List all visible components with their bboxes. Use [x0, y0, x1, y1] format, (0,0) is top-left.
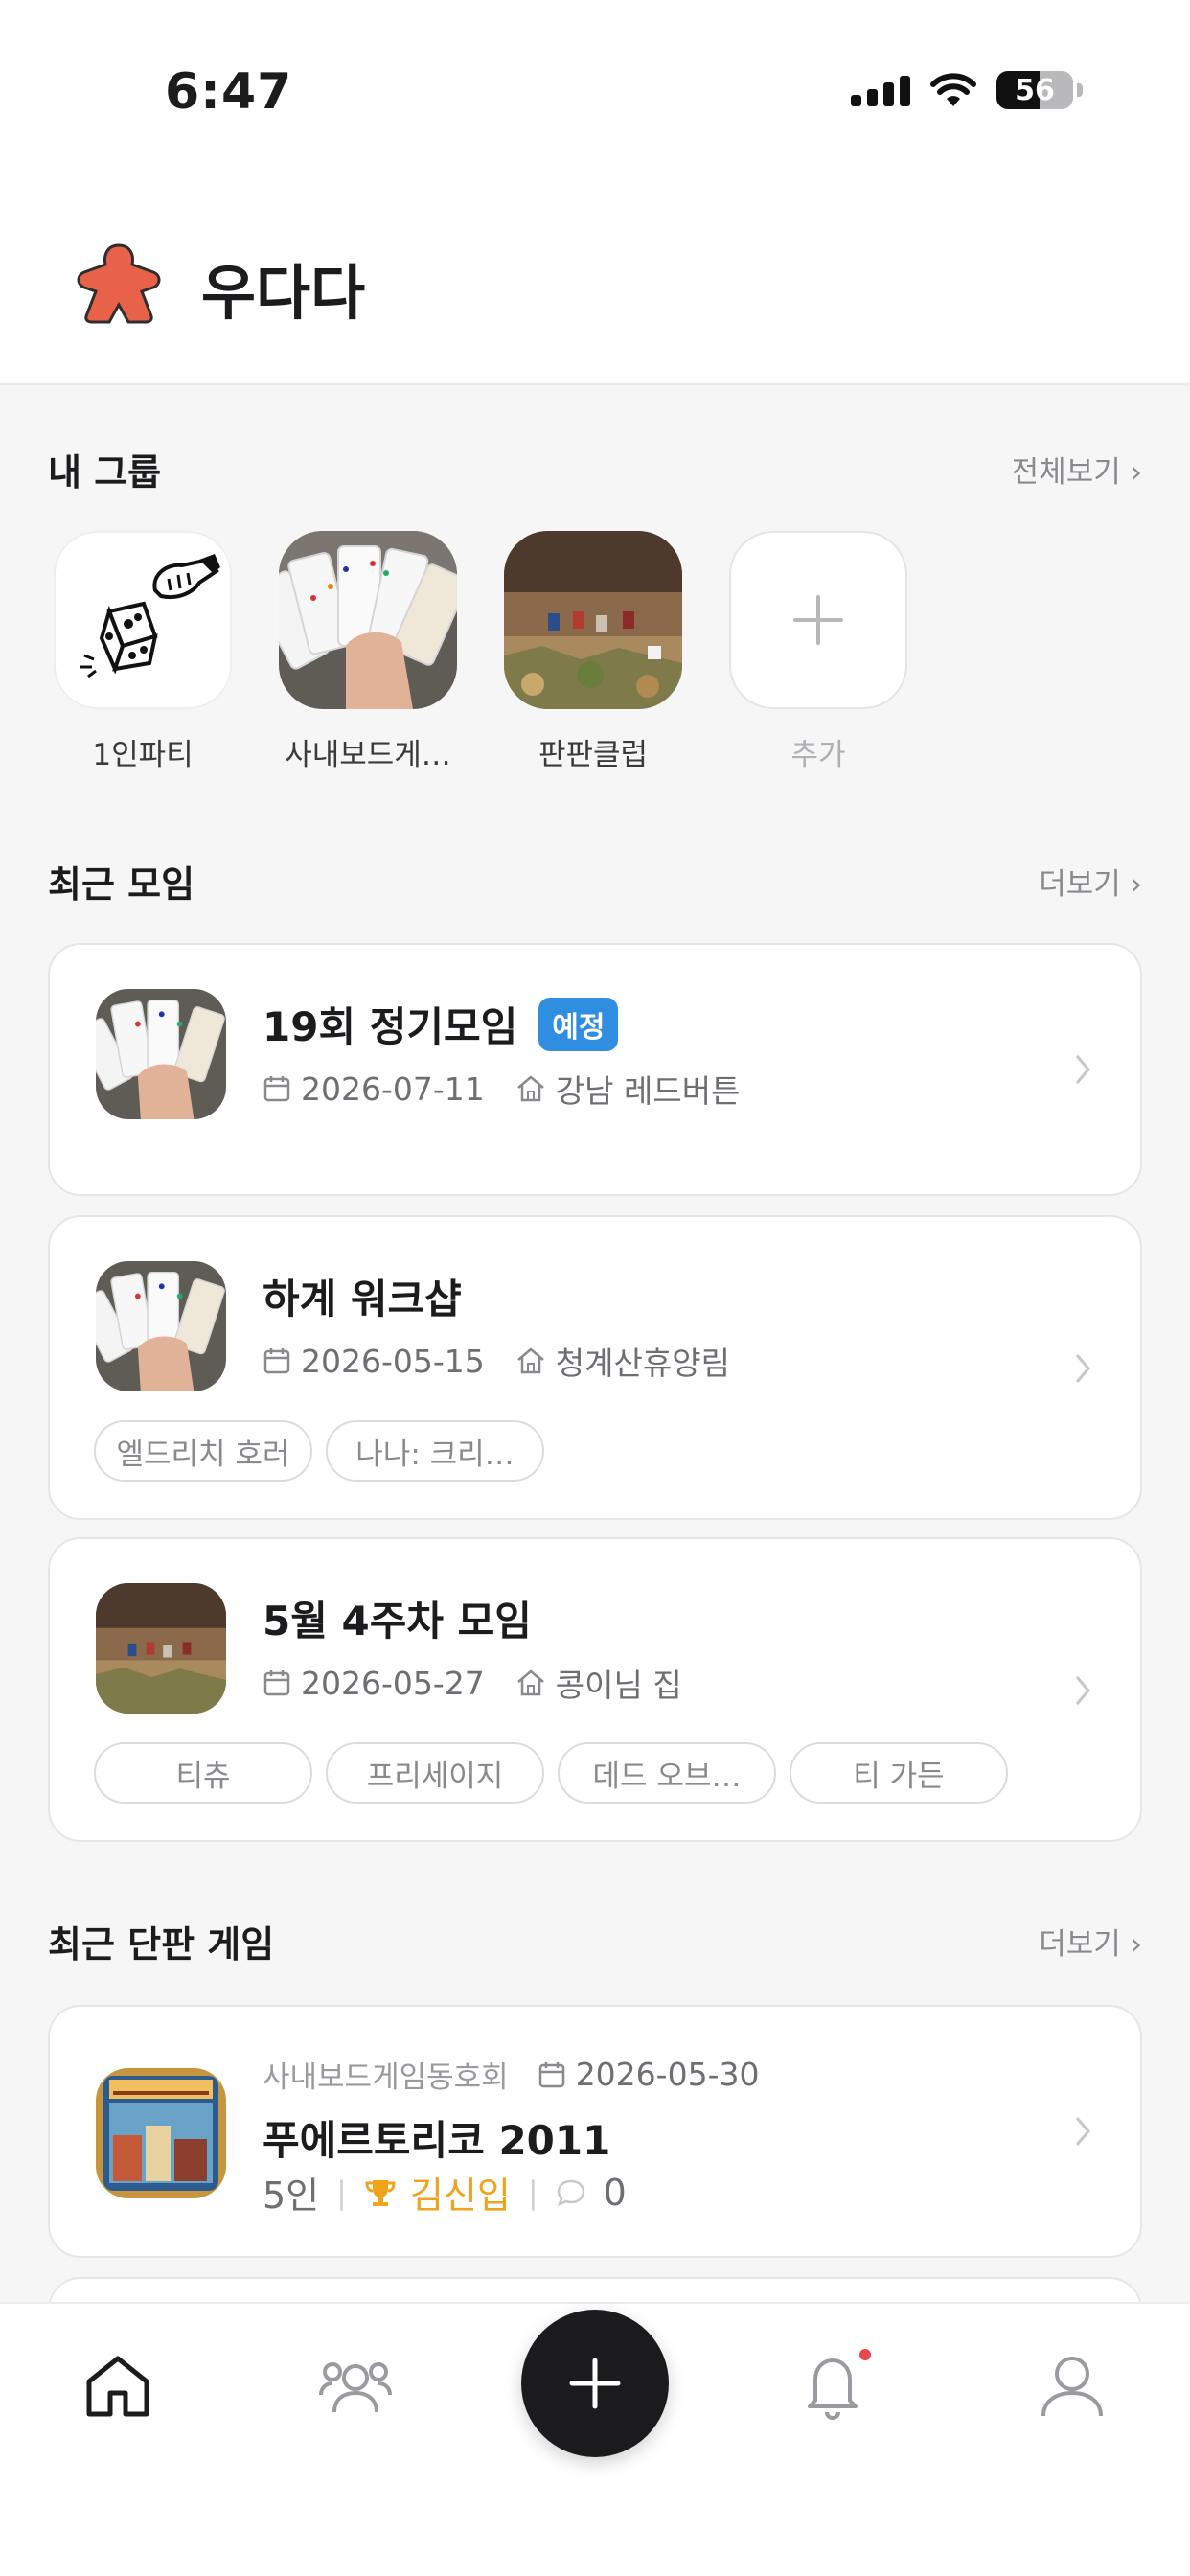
calendar-icon: [263, 1348, 290, 1374]
game-tag: 프리세이지: [326, 1742, 544, 1804]
meeting-thumbnail: [96, 1583, 226, 1714]
profile-icon: [1041, 2357, 1103, 2417]
meeting-thumbnail: [96, 1261, 226, 1392]
game-tag: 티츄: [94, 1742, 312, 1804]
tab-groups[interactable]: [312, 2342, 399, 2428]
meeting-card[interactable]: 하계 워크샵 2026-05-15 청계산휴양림 엘드리치 호러 나나: 크리…: [48, 1215, 1142, 1520]
plus-icon: [569, 2358, 621, 2409]
calendar-icon: [263, 1076, 290, 1102]
winner-name: 김신입: [409, 2174, 511, 2217]
chevron-right-icon: [1075, 1055, 1090, 1084]
game-title: 푸에르토리코 2011: [263, 2117, 611, 2164]
status-indicators: 56: [851, 71, 1083, 109]
more-games-link[interactable]: 더보기 ›: [1039, 1920, 1142, 1963]
group-item[interactable]: 판판클럽: [504, 531, 682, 773]
player-count: 5인: [263, 2174, 320, 2217]
meeting-meta: 2026-05-15 청계산휴양림: [263, 1338, 730, 1384]
meeting-meta: 2026-05-27 콩이님 집: [263, 1660, 682, 1706]
section-title-meetings: 최근 모임: [48, 863, 195, 906]
game-date: 2026-05-30: [575, 2056, 760, 2093]
meeting-place: 청계산휴양림: [555, 1345, 730, 1382]
group-list: 1인파티 사내보드게… 판판클럽 추가: [54, 531, 907, 773]
tab-profile[interactable]: [1029, 2342, 1115, 2428]
group-avatar: [504, 531, 682, 709]
groups-section-header: 내 그룹 전체보기 ›: [48, 443, 1142, 495]
game-group-name: 사내보드게임동호회: [263, 2060, 509, 2095]
game-tag: 엘드리치 호러: [94, 1420, 312, 1482]
house-icon: [516, 1669, 544, 1696]
meeting-title: 5월 4주차 모임: [263, 1598, 532, 1644]
meetings-section-header: 최근 모임 더보기 ›: [48, 855, 1142, 908]
game-card[interactable]: 사내보드게임동호회 2026-05-30 푸에르토리코 2011 5인 | 김신…: [48, 2005, 1142, 2258]
house-icon: [516, 1347, 544, 1374]
chevron-right-icon: [1075, 2117, 1090, 2146]
tab-home[interactable]: [75, 2342, 161, 2428]
meeting-date: 2026-05-27: [301, 1664, 485, 1702]
wifi-icon: [930, 73, 976, 106]
meeting-date: 2026-07-11: [301, 1070, 485, 1108]
meeting-card[interactable]: 5월 4주차 모임 2026-05-27 콩이님 집 티츄 프리세이지 데드 오…: [48, 1537, 1142, 1842]
section-title-games: 최근 단판 게임: [48, 1923, 275, 1966]
add-group-label: 추가: [790, 738, 846, 772]
games-section-header: 최근 단판 게임 더보기 ›: [48, 1915, 1142, 1967]
status-badge: 예정: [538, 997, 619, 1051]
group-name: 판판클럽: [538, 738, 649, 772]
more-meetings-link[interactable]: 더보기 ›: [1039, 860, 1142, 903]
game-thumbnail: [96, 2068, 226, 2198]
chevron-right-icon: [1075, 1354, 1090, 1383]
group-name: 1인파티: [92, 738, 194, 772]
comment-icon: [557, 2179, 584, 2206]
meeting-meta: 2026-07-11 강남 레드버튼: [263, 1066, 740, 1112]
section-title-groups: 내 그룹: [48, 451, 162, 494]
app-title: 우다다: [201, 258, 366, 328]
dice-illustration-icon: [56, 533, 230, 707]
meeting-title: 하계 워크샵: [263, 1276, 462, 1322]
cellular-signal-icon: [851, 74, 910, 106]
notification-dot: [859, 2349, 871, 2360]
battery-level: 56: [1015, 73, 1055, 107]
plus-icon: [793, 595, 843, 645]
group-avatar: [54, 531, 232, 709]
game-tag-list: 엘드리치 호러 나나: 크리…: [94, 1420, 544, 1482]
cards-photo-icon: [279, 531, 457, 709]
meeple-logo-icon: [77, 243, 161, 324]
game-tag: 데드 오브…: [558, 1742, 776, 1804]
group-item[interactable]: 1인파티: [54, 531, 232, 773]
meeting-date: 2026-05-15: [301, 1342, 485, 1380]
chevron-right-icon: [1075, 1676, 1090, 1705]
view-all-groups-link[interactable]: 전체보기 ›: [1012, 448, 1142, 491]
app-header: 6:47 56 우다다: [0, 0, 1190, 385]
game-stats: 5인 | 김신입 | 0: [263, 2166, 627, 2219]
meeting-thumbnail: [96, 989, 226, 1119]
comment-count: 0: [603, 2171, 627, 2214]
home-icon: [86, 2356, 149, 2417]
meeting-card[interactable]: 19회 정기모임 예정 2026-07-11 강남 레드버튼: [48, 943, 1142, 1196]
status-time: 6:47: [165, 63, 293, 121]
calendar-icon: [263, 1670, 290, 1696]
meeting-place: 강남 레드버튼: [555, 1072, 741, 1110]
board-game-photo-icon: [504, 531, 682, 709]
battery-icon: 56: [996, 71, 1073, 109]
game-tag: 티 가든: [790, 1742, 1008, 1804]
group-item[interactable]: 사내보드게…: [279, 531, 457, 773]
trophy-icon: [365, 2179, 396, 2206]
calendar-icon: [538, 2061, 564, 2087]
tab-notifications[interactable]: [791, 2342, 878, 2428]
bell-icon: [808, 2349, 871, 2421]
house-icon: [516, 1075, 544, 1102]
group-avatar: [279, 531, 457, 709]
game-tag-list: 티츄 프리세이지 데드 오브… 티 가든: [94, 1742, 1008, 1804]
meeting-title: 19회 정기모임: [263, 1003, 518, 1050]
create-button[interactable]: [521, 2310, 669, 2457]
meeting-place: 콩이님 집: [555, 1667, 682, 1704]
group-name: 사내보드게…: [285, 738, 451, 772]
add-group-button[interactable]: 추가: [729, 531, 907, 773]
groups-icon: [319, 2362, 392, 2413]
game-tag: 나나: 크리…: [326, 1420, 544, 1482]
